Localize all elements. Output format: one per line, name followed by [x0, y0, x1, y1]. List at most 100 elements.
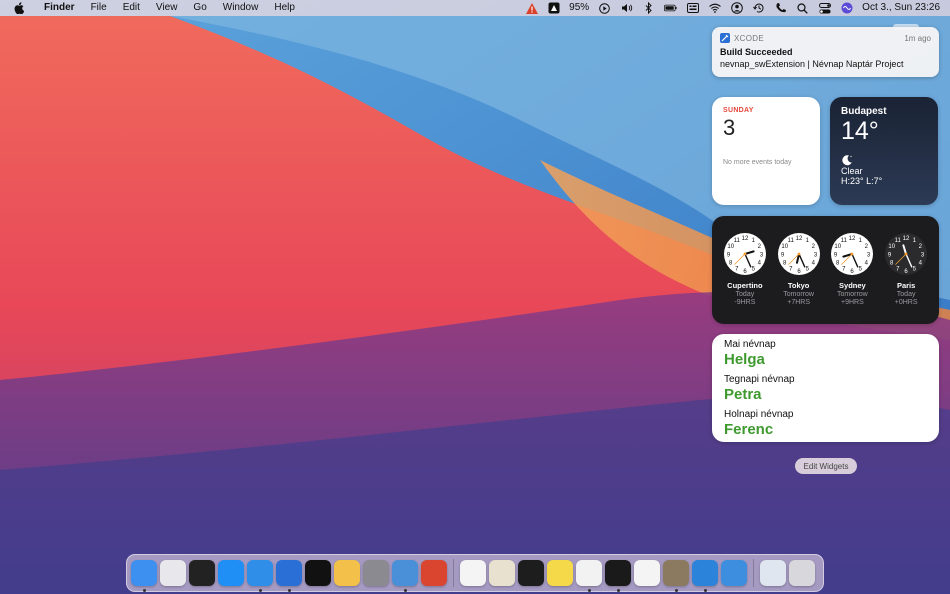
yesterday-name: Petra — [724, 386, 762, 403]
menu-view[interactable]: View — [148, 0, 186, 16]
calendar-day: 3 — [723, 115, 736, 140]
clock-face-icon: 1234567891011 12 — [777, 233, 820, 275]
svg-text:10: 10 — [781, 244, 788, 250]
menu-file[interactable]: File — [83, 0, 115, 16]
wifi-icon[interactable] — [708, 2, 721, 14]
automator-icon[interactable] — [392, 560, 418, 592]
menu-help[interactable]: Help — [266, 0, 303, 16]
simulator-icon[interactable] — [721, 560, 747, 586]
menu-edit[interactable]: Edit — [115, 0, 148, 16]
clock-offset: +9HRS — [840, 299, 864, 306]
dock — [126, 554, 824, 592]
time-machine-icon[interactable] — [752, 2, 765, 14]
finder-icon[interactable] — [131, 560, 157, 592]
activity-monitor-icon[interactable] — [518, 560, 544, 586]
preview-icon[interactable] — [760, 560, 786, 586]
control-center-icon[interactable] — [818, 2, 831, 14]
running-indicator — [616, 589, 620, 592]
svg-text:10: 10 — [835, 244, 842, 250]
user-icon[interactable] — [730, 2, 743, 14]
system-preferences-icon[interactable] — [363, 560, 389, 586]
apple-menu-icon[interactable] — [12, 0, 26, 16]
clock-day: Today — [896, 291, 916, 298]
dock-separator — [453, 559, 454, 587]
weather-city: Budapest — [841, 106, 887, 117]
calendar-widget[interactable]: SUNDAY 3 No more events today — [712, 97, 820, 205]
svg-text:10: 10 — [888, 244, 895, 250]
warning-icon[interactable] — [525, 2, 538, 14]
running-indicator — [142, 589, 146, 592]
clock-offset: +0HRS — [894, 299, 918, 306]
svg-text:12: 12 — [795, 236, 802, 242]
password-icon[interactable] — [547, 2, 560, 14]
clock-item: 1 2 3 4 5 6 7 8 9 10 11 12 Tokyo Tomorrow +7HRS — [774, 232, 824, 324]
apple-tv-icon[interactable] — [305, 560, 331, 586]
svg-text:12: 12 — [903, 236, 910, 242]
clock-offset: +7HRS — [787, 299, 810, 306]
svg-text:11: 11 — [734, 238, 741, 244]
svg-text:11: 11 — [787, 238, 794, 244]
search-icon[interactable] — [796, 2, 809, 14]
weather-high-low: H:23° L:7° — [841, 176, 883, 186]
battery-icon[interactable] — [664, 2, 677, 14]
clock-day: Tomorrow — [837, 291, 868, 298]
terminal-icon[interactable] — [605, 560, 631, 592]
menu-app-name[interactable]: Finder — [36, 0, 83, 16]
clock-item: 1 2 3 4 5 6 7 8 9 10 11 12 Sydney Tomorrow +9HRS — [827, 232, 877, 324]
gimp-icon[interactable] — [663, 560, 689, 592]
play-icon[interactable] — [598, 2, 611, 14]
battery-percent: 95% — [569, 2, 590, 13]
app-store-icon[interactable] — [218, 560, 244, 586]
notes-icon[interactable] — [547, 560, 573, 586]
launchpad-icon[interactable] — [160, 560, 186, 586]
xcode-notification[interactable]: XCODE 1m ago Build Succeeded nevnap_swEx… — [712, 27, 939, 77]
clock-face-icon: 1234567891011 12 — [831, 233, 874, 275]
menu-bar: Finder File Edit View Go Window Help 95% — [0, 0, 950, 16]
tomorrow-label: Holnapi névnap — [724, 409, 794, 420]
clock-face-icon: 1234567891011 12 — [723, 233, 766, 275]
clock-day: Tomorrow — [783, 291, 814, 298]
edit-widgets-button[interactable]: Edit Widgets — [795, 458, 857, 474]
script-editor-icon[interactable] — [489, 560, 515, 586]
bluetooth-icon[interactable] — [642, 2, 655, 14]
photos-icon[interactable] — [334, 560, 360, 586]
moon-icon — [841, 153, 853, 166]
weather-condition: Clear — [841, 166, 863, 176]
tomorrow-name: Ferenc — [724, 421, 774, 438]
siri-icon[interactable] — [840, 2, 853, 14]
keyboard-icon[interactable] — [686, 2, 699, 14]
running-indicator — [287, 589, 291, 592]
chrome-icon[interactable] — [576, 560, 602, 592]
menubar-clock[interactable]: Oct 3., Sun 23:26 — [862, 0, 940, 16]
instruments-icon[interactable] — [421, 560, 447, 586]
running-indicator — [403, 589, 407, 592]
safari-icon[interactable] — [247, 560, 273, 592]
clock-city: Tokyo — [787, 281, 810, 290]
calendar-weekday: SUNDAY — [723, 107, 754, 114]
nevnap-widget[interactable]: Mai névnap Helga Tegnapi névnap Petra Ho… — [712, 334, 939, 442]
clock-item: 1 2 3 4 5 6 7 8 9 10 11 12 Paris Today +0HRS — [881, 232, 931, 324]
today-name: Helga — [724, 351, 765, 368]
dock-separator — [753, 559, 754, 587]
trash-icon[interactable] — [789, 560, 815, 586]
running-indicator — [703, 589, 707, 592]
notification-title: Build Succeeded — [720, 47, 793, 57]
phone-icon[interactable] — [774, 2, 787, 14]
notification-body: nevnap_swExtension | Névnap Naptár Proje… — [720, 59, 904, 69]
textedit-icon[interactable] — [460, 560, 486, 586]
clock-city: Paris — [896, 281, 916, 290]
menu-go[interactable]: Go — [185, 0, 214, 16]
today-label: Mai névnap — [724, 339, 776, 350]
svg-text:10: 10 — [727, 244, 734, 250]
xcode-icon[interactable] — [276, 560, 302, 592]
world-clock-widget[interactable]: 1 2 3 4 5 6 7 8 9 10 11 12 Cupertino Today -9HRS 12… — [712, 216, 939, 324]
calendar-events-text: No more events today — [723, 159, 792, 166]
xcode-alt-icon[interactable] — [692, 560, 718, 592]
numbers-icon[interactable] — [634, 560, 660, 586]
volume-icon[interactable] — [620, 2, 633, 14]
mission-control-icon[interactable] — [189, 560, 215, 586]
menu-window[interactable]: Window — [215, 0, 267, 16]
svg-text:12: 12 — [742, 236, 749, 242]
running-indicator — [258, 589, 262, 592]
weather-widget[interactable]: Budapest 14° Clear H:23° L:7° — [830, 97, 938, 205]
